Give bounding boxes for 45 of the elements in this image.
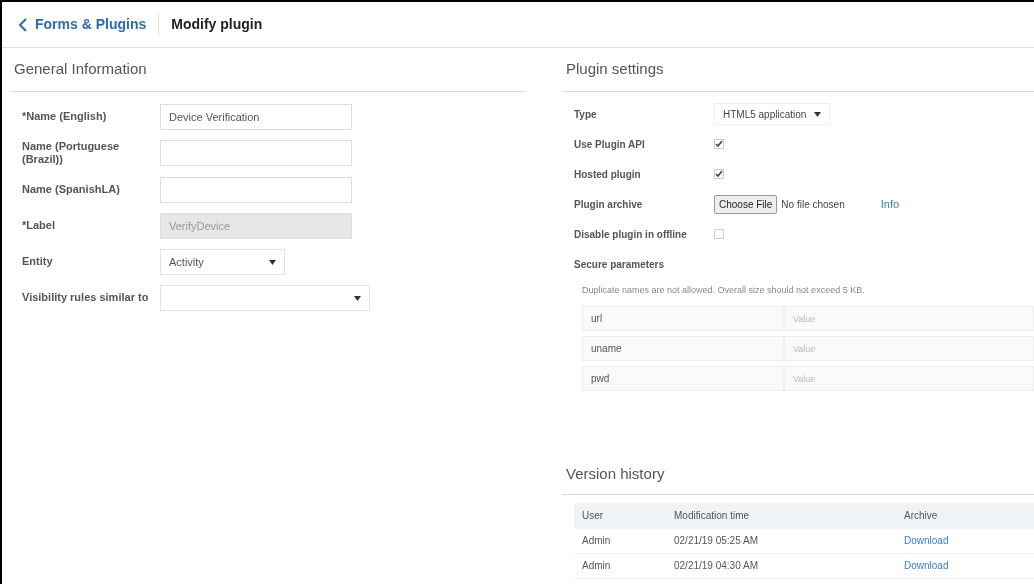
field-label: Hosted plugin <box>574 167 642 182</box>
select-field[interactable]: Activity <box>160 249 285 275</box>
section-title: Version history <box>562 455 1034 495</box>
table-cell-text: 02/21/19 05:25 AM <box>673 534 759 548</box>
checkbox[interactable] <box>714 169 724 179</box>
page-title: Modify plugin <box>170 15 263 34</box>
field-label: Name (SpanishLA) <box>22 183 121 197</box>
section-title: General Information <box>10 48 526 92</box>
type-select[interactable]: HTML5 application <box>714 103 831 125</box>
hint-text: Duplicate names are not allowed. Overall size should not exceed 5 KB. <box>581 283 866 297</box>
param-name-field[interactable]: pwd <box>582 366 784 391</box>
column-header: Archive <box>903 509 939 523</box>
info-link[interactable]: Info <box>880 195 900 213</box>
text-field[interactable] <box>160 140 352 167</box>
select-field[interactable] <box>160 285 370 311</box>
field-label: Use Plugin API <box>574 137 646 152</box>
field-label: *Label <box>22 219 56 233</box>
column-header: Modification time <box>673 509 751 523</box>
section-title: Plugin settings <box>562 48 1034 92</box>
field-label: Name (Portuguese (Brazil)) <box>22 139 121 167</box>
back-link[interactable]: Forms & Plugins <box>18 14 160 35</box>
table-cell-text: 02/21/19 04:30 AM <box>673 559 759 573</box>
field-label: Plugin archive <box>574 197 644 212</box>
chevron-left-icon <box>18 17 27 32</box>
text-field[interactable] <box>160 177 352 203</box>
param-name-field[interactable]: uname <box>582 336 784 361</box>
caret-icon <box>814 111 822 117</box>
field-label: Type <box>574 107 598 122</box>
field-label: Visibility rules similar to <box>22 291 150 305</box>
field-label: Disable plugin in offline <box>574 227 688 242</box>
file-status: No file chosen <box>781 197 845 212</box>
column-header: User <box>581 509 605 523</box>
caret-icon <box>354 295 361 301</box>
table-cell-text: Admin <box>581 559 612 573</box>
subsection-title: Secure parameters <box>574 257 666 272</box>
choose-file-button[interactable]: Choose File <box>714 194 778 214</box>
checkbox[interactable] <box>714 139 724 149</box>
download-link[interactable]: Download <box>896 558 1034 573</box>
download-link[interactable]: Download <box>896 533 1034 548</box>
text-field[interactable]: Device Verification <box>160 103 352 130</box>
param-name-field[interactable]: url <box>582 306 784 331</box>
field-label: *Name (English) <box>22 109 108 124</box>
field-label: Entity <box>22 255 54 269</box>
table-cell-text: Admin <box>581 534 612 548</box>
caret-icon <box>269 259 276 265</box>
